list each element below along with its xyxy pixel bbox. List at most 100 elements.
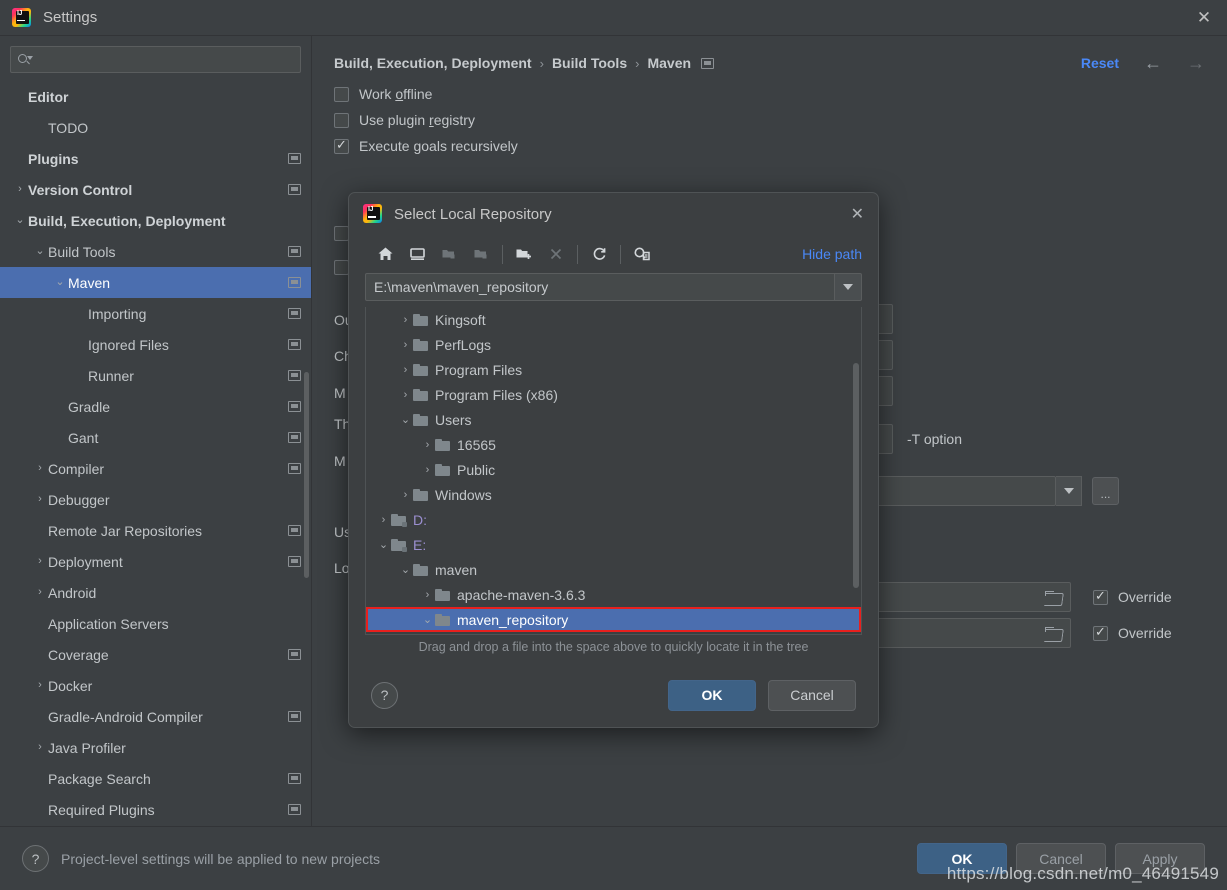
file-tree-row[interactable]: ⌄ Users: [366, 407, 861, 432]
chevron-right-icon[interactable]: ›: [398, 389, 413, 401]
search-input[interactable]: [36, 52, 294, 67]
file-tree-row[interactable]: ⌄ maven_repository: [366, 607, 861, 632]
sidebar-item-remote-jar-repositories[interactable]: Remote Jar Repositories: [0, 515, 311, 546]
path-input[interactable]: E:\maven\maven_repository: [365, 273, 835, 301]
settings-apply-button[interactable]: Apply: [1115, 843, 1205, 874]
chevron-down-icon[interactable]: ⌄: [32, 246, 48, 257]
sidebar-item-maven[interactable]: ⌄ Maven: [0, 267, 311, 298]
chevron-right-icon[interactable]: ›: [398, 364, 413, 376]
settings-ok-button[interactable]: OK: [917, 843, 1007, 874]
override-checkbox-2[interactable]: [1093, 624, 1108, 641]
chevron-right-icon[interactable]: ›: [32, 680, 48, 691]
override-row-1[interactable]: Override: [1093, 588, 1172, 605]
breadcrumb-item-2[interactable]: Maven: [647, 55, 691, 71]
use-plugin-registry-row[interactable]: Use plugin registry: [334, 112, 1227, 128]
chevron-right-icon[interactable]: ›: [32, 463, 48, 474]
sidebar-item-runner[interactable]: Runner: [0, 360, 311, 391]
override-checkbox-1[interactable]: [1093, 588, 1108, 605]
reset-link[interactable]: Reset: [1081, 55, 1119, 71]
hide-path-link[interactable]: Hide path: [802, 246, 862, 262]
file-tree-row[interactable]: › Public: [366, 457, 861, 482]
breadcrumb-item-0[interactable]: Build, Execution, Deployment: [334, 55, 532, 71]
file-tree-row[interactable]: › Windows: [366, 482, 861, 507]
desktop-icon[interactable]: [401, 239, 433, 269]
occluded-checkbox[interactable]: [334, 260, 349, 275]
sidebar-item-deployment[interactable]: › Deployment: [0, 546, 311, 577]
file-tree-row[interactable]: ⌄ maven: [366, 557, 861, 582]
show-hidden-icon[interactable]: [626, 239, 658, 269]
file-tree-row[interactable]: › 16565: [366, 432, 861, 457]
window-close-button[interactable]: ✕: [1181, 0, 1227, 35]
chevron-down-icon[interactable]: ⌄: [398, 563, 413, 576]
settings-help-button[interactable]: ?: [22, 845, 49, 872]
dialog-ok-button[interactable]: OK: [668, 679, 756, 711]
chevron-right-icon[interactable]: ›: [32, 742, 48, 753]
chevron-right-icon[interactable]: ›: [398, 339, 413, 351]
folder-browse-icon[interactable]: [1045, 590, 1062, 604]
sidebar-item-java-profiler[interactable]: › Java Profiler: [0, 732, 311, 763]
new-folder-icon[interactable]: [508, 239, 540, 269]
execute-goals-recursively-row[interactable]: Execute goals recursively: [334, 137, 1227, 154]
sidebar-item-gant[interactable]: Gant: [0, 422, 311, 453]
settings-cancel-button[interactable]: Cancel: [1016, 843, 1106, 874]
chevron-right-icon[interactable]: ›: [12, 184, 28, 195]
sidebar-scrollbar[interactable]: [304, 372, 309, 578]
dialog-cancel-button[interactable]: Cancel: [768, 679, 856, 711]
file-tree-scrollbar[interactable]: [853, 363, 859, 588]
chevron-right-icon[interactable]: ›: [32, 494, 48, 505]
dialog-help-button[interactable]: ?: [371, 681, 398, 709]
home-icon[interactable]: [369, 239, 401, 269]
occluded-checkbox[interactable]: [334, 226, 349, 241]
sidebar-item-android[interactable]: › Android: [0, 577, 311, 608]
sidebar-item-ignored-files[interactable]: Ignored Files: [0, 329, 311, 360]
sidebar-item-docker[interactable]: › Docker: [0, 670, 311, 701]
back-arrow-icon[interactable]: ←: [1144, 53, 1162, 74]
browse-ellipsis-button[interactable]: ...: [1092, 477, 1119, 505]
sidebar-item-build-tools[interactable]: ⌄ Build Tools: [0, 236, 311, 267]
chevron-down-icon[interactable]: ⌄: [398, 413, 413, 426]
sidebar-item-importing[interactable]: Importing: [0, 298, 311, 329]
dialog-close-button[interactable]: ✕: [851, 204, 864, 224]
chevron-right-icon[interactable]: ›: [420, 589, 435, 601]
chevron-right-icon[interactable]: ›: [398, 489, 413, 501]
file-tree-row[interactable]: › Program Files (x86): [366, 382, 861, 407]
chevron-right-icon[interactable]: ›: [420, 464, 435, 476]
file-tree-row[interactable]: › Kingsoft: [366, 307, 861, 332]
path-dropdown-chevron-icon[interactable]: [835, 273, 862, 301]
chevron-right-icon[interactable]: ›: [32, 587, 48, 598]
chevron-down-icon[interactable]: ⌄: [52, 277, 68, 288]
execute-goals-recursively-checkbox[interactable]: [334, 137, 349, 154]
work-offline-checkbox[interactable]: [334, 86, 349, 102]
refresh-icon[interactable]: [583, 239, 615, 269]
sidebar-item-gradle[interactable]: Gradle: [0, 391, 311, 422]
chevron-right-icon[interactable]: ›: [32, 556, 48, 567]
forward-arrow-icon[interactable]: →: [1187, 53, 1205, 74]
file-tree-row[interactable]: › PerfLogs: [366, 332, 861, 357]
chevron-down-icon[interactable]: ⌄: [376, 538, 391, 551]
sidebar-item-application-servers[interactable]: Application Servers: [0, 608, 311, 639]
file-tree-row[interactable]: › D:: [366, 507, 861, 532]
chevron-right-icon[interactable]: ›: [420, 439, 435, 451]
search-box[interactable]: [10, 46, 301, 73]
file-tree-row[interactable]: ›news_crawler: [366, 632, 861, 634]
chevron-down-icon[interactable]: ⌄: [12, 215, 28, 226]
sidebar-item-build-execution-deployment[interactable]: ⌄ Build, Execution, Deployment: [0, 205, 311, 236]
chevron-right-icon[interactable]: ›: [398, 314, 413, 326]
sidebar-item-required-plugins[interactable]: Required Plugins: [0, 794, 311, 825]
chevron-down-icon[interactable]: ⌄: [420, 613, 435, 626]
work-offline-row[interactable]: Work offline: [334, 86, 1227, 102]
folder-browse-icon[interactable]: [1045, 626, 1062, 640]
file-tree-row[interactable]: › apache-maven-3.6.3: [366, 582, 861, 607]
sidebar-item-compiler[interactable]: › Compiler: [0, 453, 311, 484]
file-tree-row[interactable]: ⌄ E:: [366, 532, 861, 557]
override-row-2[interactable]: Override: [1093, 624, 1172, 641]
use-plugin-registry-checkbox[interactable]: [334, 112, 349, 128]
sidebar-item-debugger[interactable]: › Debugger: [0, 484, 311, 515]
sidebar-item-version-control[interactable]: › Version Control: [0, 174, 311, 205]
breadcrumb-item-1[interactable]: Build Tools: [552, 55, 627, 71]
sidebar-item-editor[interactable]: Editor: [0, 81, 311, 112]
sidebar-item-package-search[interactable]: Package Search: [0, 763, 311, 794]
sidebar-item-coverage[interactable]: Coverage: [0, 639, 311, 670]
sidebar-item-gradle-android-compiler[interactable]: Gradle-Android Compiler: [0, 701, 311, 732]
sidebar-item-todo[interactable]: TODO: [0, 112, 311, 143]
